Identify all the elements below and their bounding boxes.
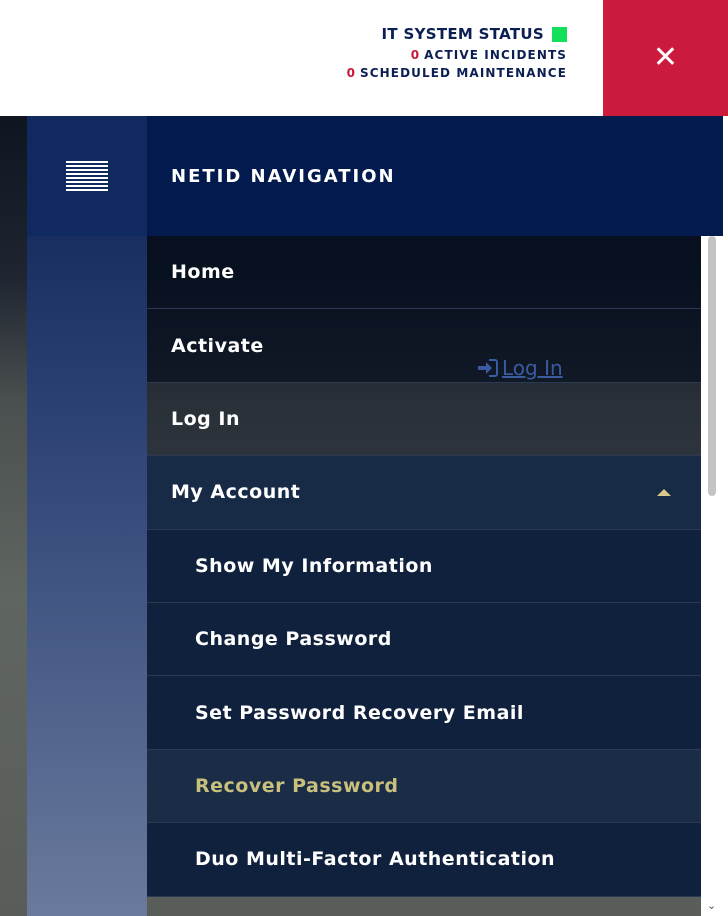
chevron-up-icon[interactable] xyxy=(657,488,671,496)
nav-subitem-label: Show My Information xyxy=(195,554,433,577)
right-edge xyxy=(723,116,728,916)
nav-subitem-label: Change Password xyxy=(195,628,392,651)
nav-item-activate[interactable]: Activate xyxy=(147,309,701,383)
nav-menu: Home Activate Log In My Account Show My … xyxy=(147,236,701,916)
maintenance-label: SCHEDULED MAINTENANCE xyxy=(360,66,567,80)
incident-count: 0 xyxy=(410,48,421,62)
nav-item-log-in[interactable]: Log In xyxy=(147,382,701,457)
background-login-link[interactable]: Log In xyxy=(476,356,563,380)
nav-item-my-account[interactable]: My Account xyxy=(147,456,701,530)
nav-subitem-label: Duo Multi-Factor Authentication xyxy=(195,848,556,871)
nav-item-label: Home xyxy=(171,261,235,284)
nav-subitem-recover-password[interactable]: Recover Password xyxy=(147,749,701,824)
nav-subitem-change-password[interactable]: Change Password xyxy=(147,602,701,677)
it-system-status[interactable]: IT SYSTEM STATUS 0 ACTIVE INCIDENTS 0 SCHE… xyxy=(347,24,567,80)
nav-header: NETID NAVIGATION xyxy=(147,116,723,236)
menu-toggle-button[interactable] xyxy=(27,116,147,236)
nav-subitem-label: Recover Password xyxy=(195,774,399,797)
status-title: IT SYSTEM STATUS xyxy=(381,25,544,43)
close-button[interactable]: ✕ xyxy=(603,0,728,116)
nav-subitem-set-password-recovery-email[interactable]: Set Password Recovery Email xyxy=(147,676,701,750)
incident-label: ACTIVE INCIDENTS xyxy=(424,48,567,62)
active-incidents: 0 ACTIVE INCIDENTS xyxy=(347,48,567,62)
nav-item-label: My Account xyxy=(171,481,301,504)
background-login-label[interactable]: Log In xyxy=(502,356,563,380)
nav-subitem-label: Set Password Recovery Email xyxy=(195,701,524,724)
nav-item-label: Log In xyxy=(171,407,240,430)
scheduled-maintenance: 0 SCHEDULED MAINTENANCE xyxy=(347,66,567,80)
nav-subitem-show-my-information[interactable]: Show My Information xyxy=(147,529,701,603)
maintenance-count: 0 xyxy=(346,66,357,80)
status-indicator xyxy=(552,26,567,42)
nav-title: NETID NAVIGATION xyxy=(171,165,396,187)
nav-item-label: Activate xyxy=(171,334,264,357)
scrollbar-thumb[interactable] xyxy=(708,236,716,496)
nav-subitem-duo-multi-factor-authentication[interactable]: Duo Multi-Factor Authentication xyxy=(147,823,701,897)
nav-item-home[interactable]: Home xyxy=(147,236,701,310)
sign-in-icon xyxy=(478,359,498,377)
status-title-row: IT SYSTEM STATUS xyxy=(347,24,567,44)
hamburger-menu-icon xyxy=(66,161,108,191)
status-header: IT SYSTEM STATUS 0 ACTIVE INCIDENTS 0 SCHE… xyxy=(0,0,728,116)
nav-rail xyxy=(27,116,147,916)
close-icon: ✕ xyxy=(652,40,679,75)
scroll-down-arrow-icon[interactable]: ⌄ xyxy=(707,900,716,911)
